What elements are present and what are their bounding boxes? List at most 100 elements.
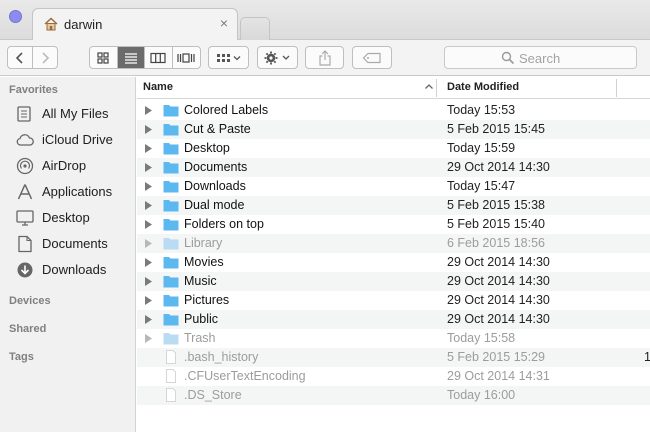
file-name: Movies [184,255,224,269]
file-name: .CFUserTextEncoding [184,369,306,383]
list-item[interactable]: Cut & Paste 5 Feb 2015 15:45 [137,120,650,139]
list-item[interactable]: Desktop Today 15:59 [137,139,650,158]
list-item[interactable]: Colored Labels Today 15:53 [137,101,650,120]
all-files-icon [17,106,31,122]
file-date-modified: 29 Oct 2014 14:30 [447,255,550,269]
list-item[interactable]: Library 6 Feb 2015 18:56 [137,234,650,253]
column-view-button[interactable] [145,47,173,68]
column-name-header[interactable]: Name [143,81,173,93]
disclosure-triangle-icon[interactable] [144,276,153,287]
sidebar-item-applications[interactable]: Applications [15,181,133,203]
sidebar-section-tags[interactable]: Tags [9,351,34,363]
arrange-button[interactable] [208,46,249,69]
search-field[interactable] [444,46,637,69]
forward-button[interactable] [33,47,57,68]
sidebar-item-label: Downloads [42,262,107,277]
folder-icon [163,295,179,307]
list-item[interactable]: Downloads Today 15:47 [137,177,650,196]
cover-flow-button[interactable] [173,47,200,68]
sidebar-item-icloud-drive[interactable]: iCloud Drive [15,129,133,151]
file-date-modified: 29 Oct 2014 14:30 [447,274,550,288]
disclosure-triangle-icon[interactable] [144,105,153,116]
file-name: .DS_Store [184,388,242,402]
list-item[interactable]: .CFUserTextEncoding 29 Oct 2014 14:31 [137,367,650,386]
file-date-modified: Today 15:59 [447,141,516,155]
list-item[interactable]: Trash Today 15:58 [137,329,650,348]
list-item[interactable]: Folders on top 5 Feb 2015 15:40 [137,215,650,234]
disclosure-triangle-icon[interactable] [144,238,153,249]
search-input[interactable] [519,50,629,66]
column-divider[interactable] [616,79,617,97]
disclosure-triangle-icon[interactable] [144,295,153,306]
documents-icon [18,235,32,253]
sidebar-item-downloads[interactable]: Downloads [15,259,133,281]
desktop-icon [16,210,34,226]
sidebar-item-label: AirDrop [42,158,87,173]
disclosure-triangle-icon[interactable] [144,181,153,192]
file-date-modified: 5 Feb 2015 15:45 [447,122,545,136]
sidebar-item-label: Documents [42,236,108,251]
action-gear-icon [264,51,289,64]
folder-icon [163,257,179,269]
share-button[interactable] [305,46,344,69]
file-date-modified: 5 Feb 2015 15:40 [447,217,545,231]
tab-close-icon[interactable]: × [220,16,228,30]
column-date-header[interactable]: Date Modified [447,81,519,93]
airdrop-icon [16,157,34,175]
toolbar [0,40,650,76]
new-tab-button[interactable] [240,17,270,41]
file-date-modified: Today 16:00 [447,388,516,402]
sort-ascending-icon[interactable] [424,82,434,92]
window-close-button[interactable] [9,10,22,23]
file-date-modified: 29 Oct 2014 14:30 [447,160,550,174]
back-button[interactable] [8,47,33,68]
file-name: Public [184,312,219,326]
sidebar-item-all-my-files[interactable]: All My Files [15,103,133,125]
sidebar-section-devices[interactable]: Devices [9,295,51,307]
sidebar-item-airdrop[interactable]: AirDrop [15,155,133,177]
sidebar-item-desktop[interactable]: Desktop [15,207,133,229]
file-name: Trash [184,331,216,345]
disclosure-triangle-icon[interactable] [144,314,153,325]
action-button[interactable] [257,46,298,69]
disclosure-triangle-icon[interactable] [144,333,153,344]
file-name: Colored Labels [184,103,269,117]
list-item[interactable]: Public 29 Oct 2014 14:30 [137,310,650,329]
file-name: .bash_history [184,350,259,364]
file-date-modified: 5 Feb 2015 15:38 [447,198,545,212]
disclosure-triangle-icon[interactable] [144,200,153,211]
back-icon [15,51,23,64]
folder-icon [163,143,179,155]
file-name: Library [184,236,223,250]
document-icon [166,350,176,364]
folder-icon [163,162,179,174]
disclosure-triangle-icon[interactable] [144,257,153,268]
sidebar-section-shared[interactable]: Shared [9,323,46,335]
nav-buttons [7,46,58,69]
tab-darwin[interactable]: darwin × [32,8,238,41]
column-divider[interactable] [436,79,437,97]
folder-icon [163,200,179,212]
list-item[interactable]: .bash_history 5 Feb 2015 15:29 1 [137,348,650,367]
applications-icon [17,184,33,200]
sidebar-item-documents[interactable]: Documents [15,233,133,255]
disclosure-triangle-icon[interactable] [144,162,153,173]
icon-view-button[interactable] [90,47,118,68]
list-item[interactable]: Pictures 29 Oct 2014 14:30 [137,291,650,310]
list-item[interactable]: Documents 29 Oct 2014 14:30 [137,158,650,177]
cover-flow-icon [177,52,195,63]
file-name: Documents [184,160,248,174]
list-view-button[interactable] [117,47,145,68]
tab-title: darwin [64,17,103,32]
disclosure-triangle-icon[interactable] [144,219,153,230]
list-item[interactable]: Dual mode 5 Feb 2015 15:38 [137,196,650,215]
disclosure-triangle-icon[interactable] [144,124,153,135]
tab-bar: darwin × [0,0,650,41]
disclosure-triangle-icon[interactable] [144,143,153,154]
list-item[interactable]: .DS_Store Today 16:00 [137,386,650,405]
file-date-modified: 6 Feb 2015 18:56 [447,236,545,250]
tag-button[interactable] [352,46,392,69]
sidebar-item-label: Desktop [42,210,90,225]
list-item[interactable]: Music 29 Oct 2014 14:30 [137,272,650,291]
list-item[interactable]: Movies 29 Oct 2014 14:30 [137,253,650,272]
